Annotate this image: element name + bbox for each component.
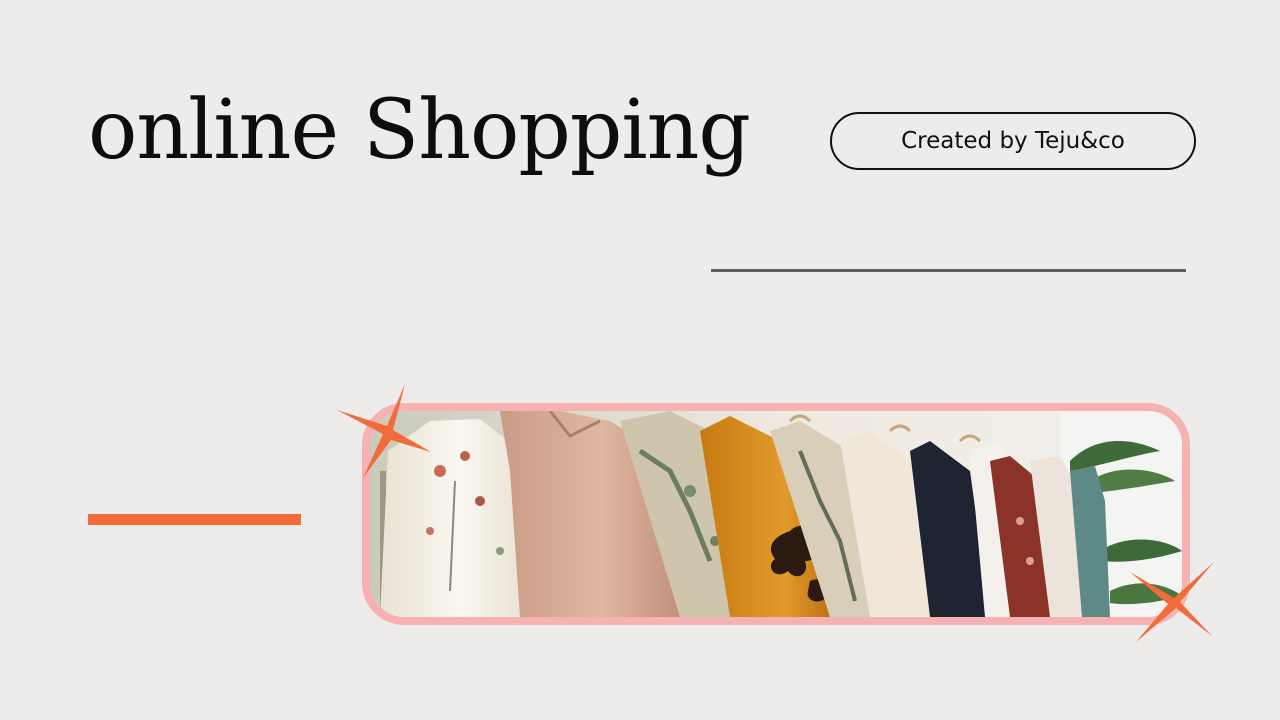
sparkle-icon [1130, 562, 1214, 642]
clothing-rack-photo [362, 403, 1190, 625]
sparkle-icon [337, 384, 431, 478]
page-title: online Shopping [88, 83, 751, 178]
created-by-button[interactable]: Created by Teju&co [830, 112, 1196, 170]
accent-bar [88, 514, 301, 525]
divider-line [711, 269, 1186, 272]
